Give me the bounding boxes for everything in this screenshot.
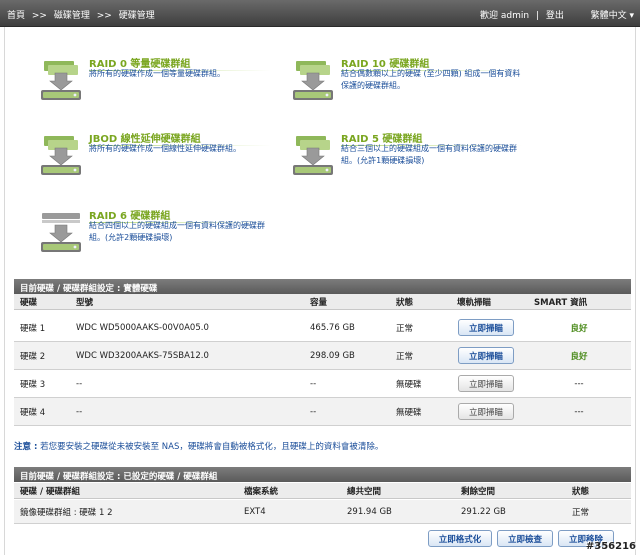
table-row[interactable]: 硬碟 1 WDC WD5000AAKS-00V0A05.0 465.76 GB 正常 立…: [14, 314, 631, 342]
notice: 注意 : 若您要安裝之硬碟從未被安裝至 NAS，硬碟將會自動被格式化，且硬碟上的…: [14, 440, 383, 452]
raid-option-desc: 將所有的硬碟作成一個線性延伸硬碟群組。: [89, 144, 241, 153]
disks-table-header: 硬碟 型號 容量 狀態 壞軌掃瞄 SMART 資訊: [14, 294, 631, 310]
group-status: 正常: [572, 507, 590, 518]
notice-text: 若您要安裝之硬碟從未被安裝至 NAS，硬碟將會自動被格式化，且硬碟上的資料會被清…: [40, 442, 384, 452]
disk-name: 硬碟 3: [20, 379, 46, 390]
disk-model: WDC WD3200AAKS-75SBA12.0: [76, 350, 209, 361]
logout-link[interactable]: 登出: [546, 11, 564, 21]
col-disk: 硬碟: [20, 297, 38, 308]
smart-info[interactable]: 良好: [534, 314, 624, 341]
disk-status: 無硬碟: [396, 379, 422, 390]
col-smart: SMART 資訊: [534, 297, 588, 308]
groups-panel-title: 目前硬碟 / 硬碟群組設定 : 已設定的硬碟 / 硬碟群組: [14, 467, 631, 482]
top-bar: 首頁 >> 磁碟管理 >> 硬碟管理 歡迎 admin | 登出 繁體中文 ▾: [0, 0, 640, 27]
disk-model: --: [76, 406, 83, 417]
raid-option-4[interactable]: RAID 6 硬碟群組 結合四個以上的硬碟組成一個有資料保護的硬碟群組。(允許2顆…: [38, 207, 278, 267]
disk-capacity: --: [310, 406, 317, 417]
disk-status: 正常: [396, 351, 414, 362]
disk-capacity: 465.76 GB: [310, 322, 355, 333]
raid-option-desc: 結合三個以上的硬碟組成一個有資料保護的硬碟群組。(允許1顆硬碟損壞): [341, 144, 517, 165]
user-area: 歡迎 admin | 登出: [480, 8, 564, 21]
raid5-disk-icon[interactable]: [290, 132, 336, 178]
col-total-space: 總共空間: [347, 486, 382, 497]
raid-option-1[interactable]: RAID 10 硬碟群組 結合偶數顆以上的硬碟 (至少四顆) 組成一個有資料保護的…: [290, 55, 530, 115]
disks-panel-title: 目前硬碟 / 硬碟群組設定 : 實體硬碟: [14, 279, 631, 294]
col-model: 型號: [76, 297, 94, 308]
disk-model: WDC WD5000AAKS-00V0A05.0: [76, 322, 209, 333]
raid0-disk-icon[interactable]: [38, 57, 84, 103]
scan-now-button[interactable]: 立即掃瞄: [458, 375, 514, 392]
raid-option-desc: 結合四個以上的硬碟組成一個有資料保護的硬碟群組。(允許2顆硬碟損壞): [89, 221, 265, 242]
format-now-button[interactable]: 立即格式化: [428, 530, 492, 547]
raid-option-2[interactable]: JBOD 線性延伸硬碟群組 將所有的硬碟作成一個線性延伸硬碟群組。: [38, 130, 278, 190]
group-name: 鏡像硬碟群組 : 硬碟 1 2: [20, 507, 113, 518]
disk-status: 正常: [396, 323, 414, 334]
disk-capacity: 298.09 GB: [310, 350, 355, 361]
breadcrumb-separator: >>: [96, 11, 112, 21]
language-selector[interactable]: 繁體中文 ▾: [591, 8, 634, 21]
language-label: 繁體中文: [590, 11, 627, 21]
smart-info[interactable]: 良好: [534, 342, 624, 369]
raid6-disk-icon[interactable]: [38, 209, 84, 255]
breadcrumb-home[interactable]: 首頁: [7, 11, 25, 21]
disk-name: 硬碟 4: [20, 407, 46, 418]
scan-now-button[interactable]: 立即掃瞄: [458, 403, 514, 420]
scan-now-button[interactable]: 立即掃瞄: [458, 347, 514, 364]
col-bad-block-scan: 壞軌掃瞄: [457, 297, 492, 308]
raid-option-3[interactable]: RAID 5 硬碟群組 結合三個以上的硬碟組成一個有資料保護的硬碟群組。(允許1顆…: [290, 130, 530, 190]
col-free-space: 剩餘空間: [461, 486, 496, 497]
col-status: 狀態: [396, 297, 414, 308]
col-capacity: 容量: [310, 297, 328, 308]
table-row[interactable]: 硬碟 3 -- -- 無硬碟 立即掃瞄 ---: [14, 370, 631, 398]
group-total: 291.94 GB: [347, 506, 392, 517]
group-filesystem: EXT4: [244, 506, 266, 517]
check-now-button[interactable]: 立即檢查: [497, 530, 553, 547]
table-row[interactable]: 硬碟 4 -- -- 無硬碟 立即掃瞄 ---: [14, 398, 631, 426]
welcome-text: 歡迎 admin: [480, 11, 530, 21]
notice-label: 注意 :: [14, 442, 38, 452]
groups-table-header: 硬碟 / 硬碟群組 檔案系統 總共空間 剩餘空間 狀態: [14, 483, 631, 499]
smart-info: ---: [574, 406, 584, 417]
group-free: 291.22 GB: [461, 506, 506, 517]
disk-name: 硬碟 2: [20, 351, 46, 362]
jbod-disk-icon[interactable]: [38, 132, 84, 178]
col-group: 硬碟 / 硬碟群組: [20, 486, 81, 497]
disk-status: 無硬碟: [396, 407, 422, 418]
smart-info: ---: [574, 378, 584, 389]
disk-name: 硬碟 1: [20, 323, 46, 334]
disk-capacity: --: [310, 378, 317, 389]
breadcrumb-separator: >>: [31, 11, 47, 21]
breadcrumb-hdd-management: 硬碟管理: [118, 11, 155, 21]
breadcrumb: 首頁 >> 磁碟管理 >> 硬碟管理: [7, 8, 159, 21]
col-filesystem: 檔案系統: [244, 486, 279, 497]
table-row[interactable]: 硬碟 2 WDC WD3200AAKS-75SBA12.0 298.09 GB 正常 立…: [14, 342, 631, 370]
table-row[interactable]: 鏡像硬碟群組 : 硬碟 1 2 EXT4 291.94 GB 291.22 GB…: [14, 500, 631, 524]
separator: |: [535, 11, 539, 21]
raid-option-0[interactable]: RAID 0 等量硬碟群組 將所有的硬碟作成一個等量硬碟群組。: [38, 55, 278, 115]
chevron-down-icon: ▾: [629, 11, 634, 21]
watermark: #356216: [585, 541, 636, 552]
col-group-status: 狀態: [572, 486, 590, 497]
disk-model: --: [76, 378, 83, 389]
raid10-disk-icon[interactable]: [290, 57, 336, 103]
raid-option-desc: 將所有的硬碟作成一個等量硬碟群組。: [89, 69, 225, 78]
scan-now-button[interactable]: 立即掃瞄: [458, 319, 514, 336]
breadcrumb-disk-management[interactable]: 磁碟管理: [54, 11, 90, 21]
raid-option-desc: 結合偶數顆以上的硬碟 (至少四顆) 組成一個有資料保護的硬碟群組。: [341, 69, 521, 90]
